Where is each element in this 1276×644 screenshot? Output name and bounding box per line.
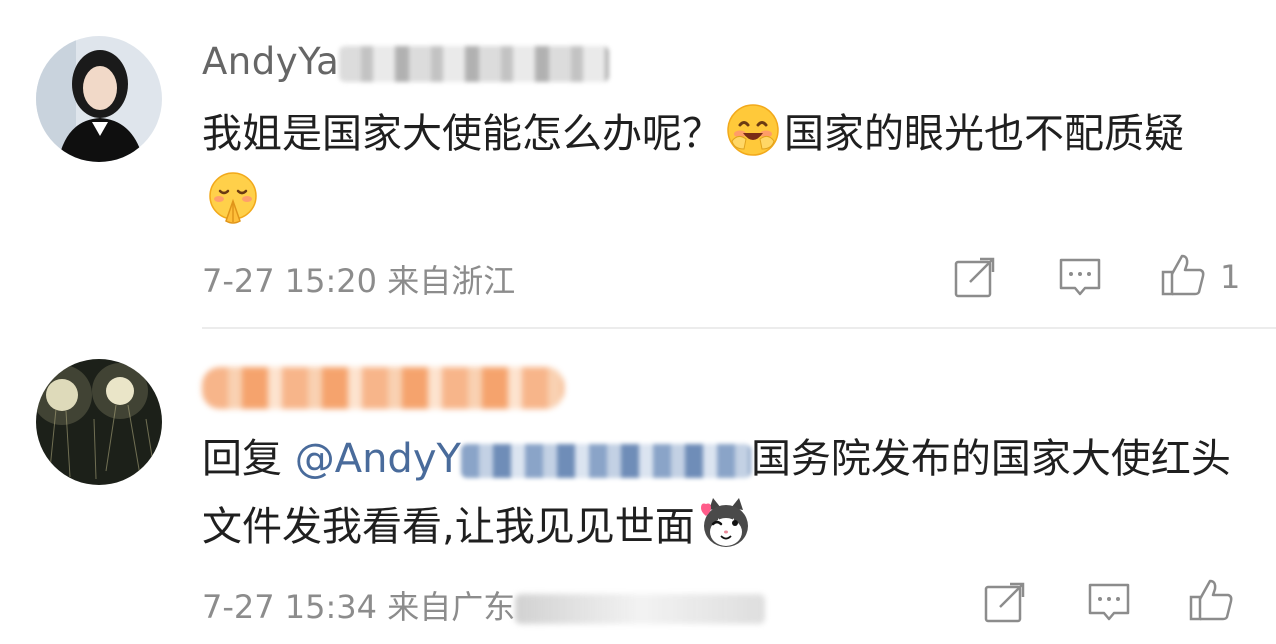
like-icon[interactable] bbox=[1188, 577, 1234, 623]
smiling-blush-emoji-icon bbox=[727, 104, 779, 156]
comment-text-part: 我姐是国家大使能怎么办呢？ bbox=[202, 111, 722, 157]
username[interactable]: AndyYa bbox=[202, 40, 610, 92]
share-icon[interactable] bbox=[952, 254, 998, 300]
comment-text: 回复 @AndyY 国务院发布的国家大使红头文件发我看看,让我见见世面 bbox=[202, 425, 1236, 561]
pleading-hands-emoji-icon bbox=[209, 172, 257, 224]
mention-text: @AndyY bbox=[294, 436, 461, 482]
redacted-username[interactable] bbox=[202, 367, 564, 409]
like-icon[interactable] bbox=[1160, 252, 1206, 298]
comment-item: 回复 @AndyY 国务院发布的国家大使红头文件发我看看,让我见见世面 7-27 … bbox=[0, 329, 1276, 644]
like-count: 1 bbox=[1220, 258, 1241, 296]
comment-icon[interactable] bbox=[1057, 254, 1103, 300]
timestamp: 7-27 15:34 bbox=[202, 588, 378, 626]
location: 来自浙江 bbox=[387, 262, 516, 300]
redacted-username bbox=[339, 45, 610, 82]
mention-link[interactable]: @AndyY bbox=[295, 436, 751, 482]
comment-item: AndyYa 我姐是国家大使能怎么办呢？ 国家的眼光也不配质疑 7-27 15:… bbox=[0, 0, 1276, 328]
avatar[interactable] bbox=[36, 36, 162, 162]
cat-heart-emoji-icon bbox=[700, 498, 748, 547]
reply-prefix: 回复 bbox=[202, 436, 282, 482]
redacted-mention bbox=[460, 444, 751, 478]
username-text: AndyYa bbox=[202, 40, 340, 83]
comment-text-part: 国家的眼光也不配质疑 bbox=[784, 111, 1184, 157]
comment-meta: 7-27 15:20 来自浙江 bbox=[202, 256, 515, 302]
avatar[interactable] bbox=[36, 359, 162, 485]
timestamp: 7-27 15:20 bbox=[202, 262, 378, 300]
share-icon[interactable] bbox=[982, 579, 1028, 625]
comment-text: 我姐是国家大使能怎么办呢？ 国家的眼光也不配质疑 bbox=[202, 100, 1236, 236]
comment-icon[interactable] bbox=[1086, 579, 1132, 625]
comment-meta: 7-27 15:34 来自广东 bbox=[202, 582, 766, 628]
location: 来自广东 bbox=[387, 588, 516, 626]
redacted-watermark bbox=[515, 594, 766, 624]
